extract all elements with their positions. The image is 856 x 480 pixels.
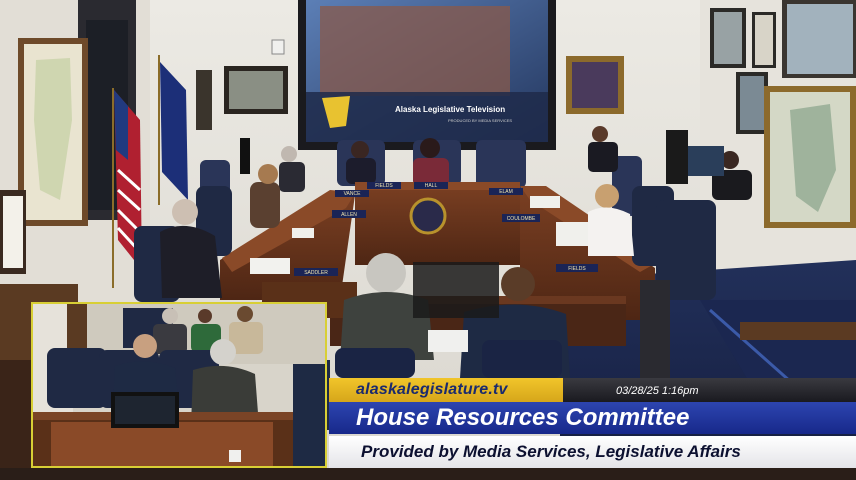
state-seal	[409, 197, 447, 235]
nameplate: COULOMBE	[507, 216, 536, 222]
nameplate: VANCE	[344, 191, 362, 197]
committee-title: House Resources Committee	[356, 404, 690, 431]
video-frame: Alaska Legislative Television PRODUCED B…	[0, 0, 856, 480]
screen-title: Alaska Legislative Television	[395, 105, 505, 114]
nameplate: FIELDS	[568, 266, 586, 272]
timestamp-bar	[563, 378, 856, 402]
nameplate: SADDLER	[304, 270, 328, 276]
nameplate: HALL	[425, 183, 438, 189]
inset-scene	[33, 304, 325, 466]
website-url: alaskalegislature.tv	[356, 381, 508, 398]
nameplate: FIELDS	[375, 183, 393, 189]
provider-credit: Provided by Media Services, Legislative …	[361, 442, 741, 461]
picture-in-picture-inset	[31, 302, 327, 468]
nameplate: ELAM	[499, 189, 513, 195]
screen-credit: PRODUCED BY MEDIA SERVICES	[448, 118, 512, 123]
nameplate: ALLEN	[341, 212, 357, 218]
timestamp: 03/28/25 1:16pm	[616, 385, 699, 397]
